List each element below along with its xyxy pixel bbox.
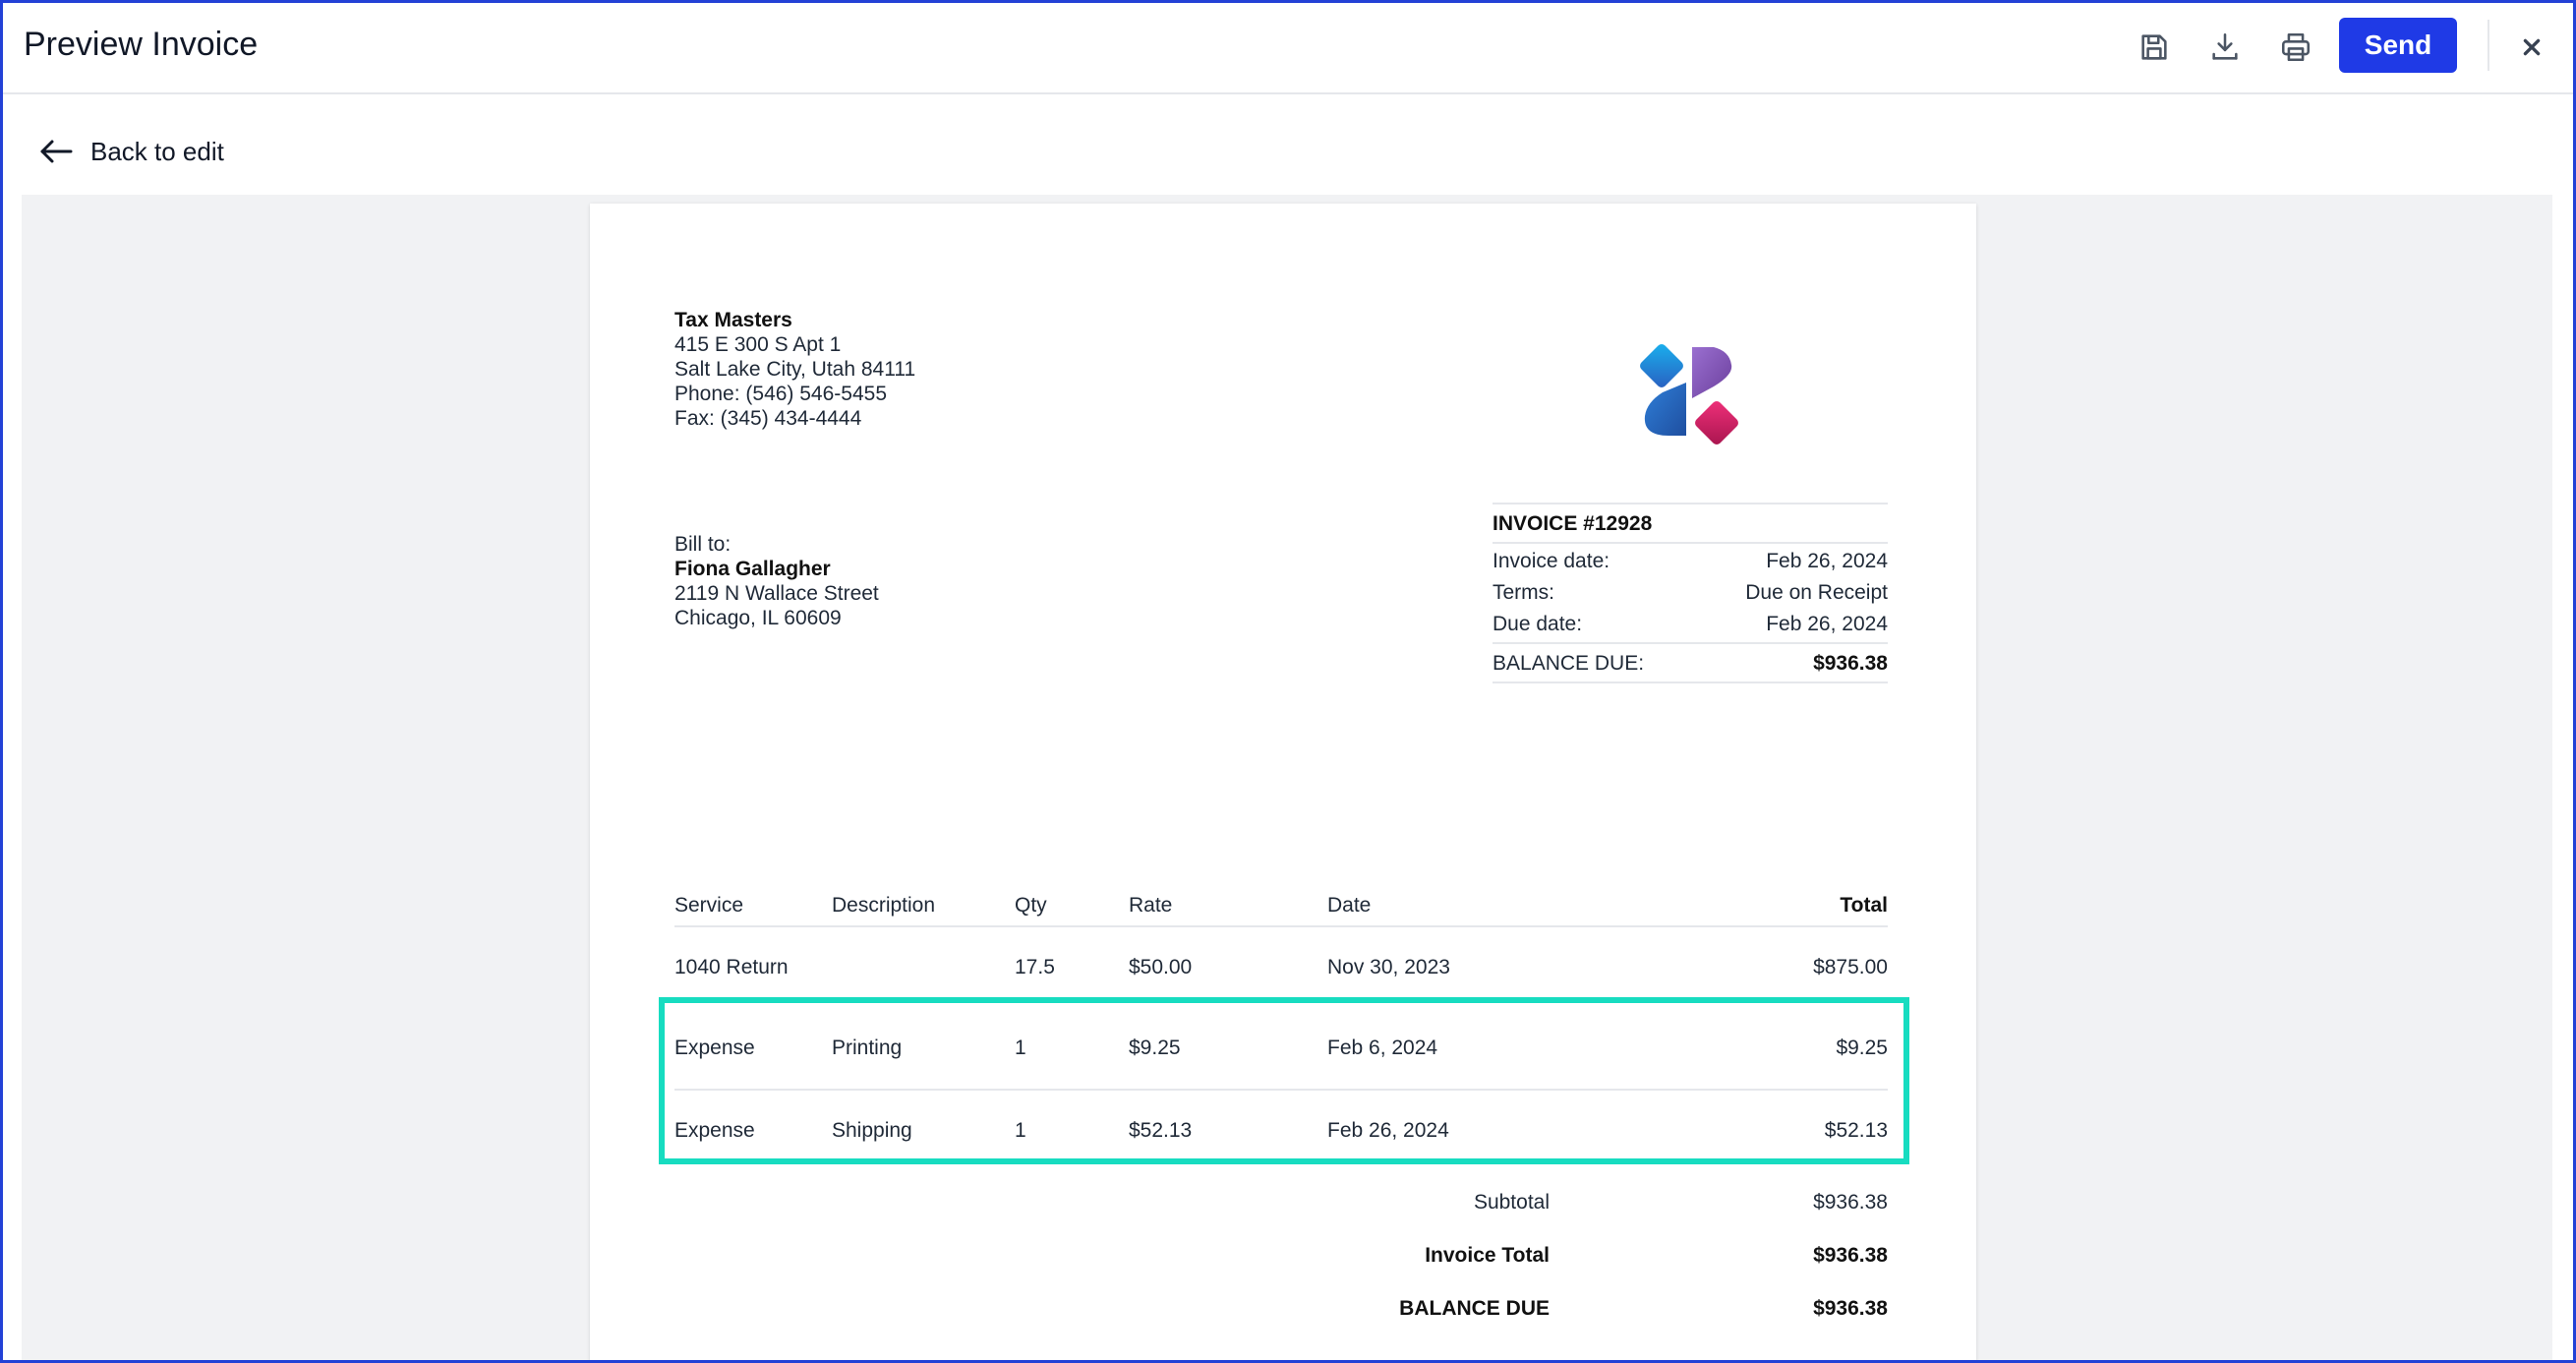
line-items-table: Service Description Qty Rate Date Total … <box>674 886 1888 1169</box>
page-title: Preview Invoice <box>24 26 259 63</box>
invoice-total-value: $936.38 <box>1813 1244 1888 1267</box>
balance-due-value: $936.38 <box>1813 652 1888 675</box>
cell-rate: $9.25 <box>1129 1037 1181 1059</box>
cell-total: $875.00 <box>1813 956 1888 978</box>
invoice-total-row: Invoice Total $936.38 <box>590 1236 1976 1275</box>
cell-description: Shipping <box>832 1119 912 1142</box>
cell-date: Nov 30, 2023 <box>1327 956 1450 978</box>
invoice-meta: INVOICE #12928 Invoice date: Feb 26, 202… <box>1493 503 1888 683</box>
download-icon[interactable] <box>2203 26 2247 69</box>
invoice-date-value: Feb 26, 2024 <box>1766 550 1888 572</box>
cell-date: Feb 26, 2024 <box>1327 1119 1449 1142</box>
invoice-paper: Tax Masters 415 E 300 S Apt 1 Salt Lake … <box>590 204 1976 1363</box>
cell-qty: 1 <box>1015 1119 1026 1142</box>
company-fax: Fax: (345) 434-4444 <box>674 407 862 430</box>
table-header: Service Description Qty Rate Date Total <box>674 886 1888 927</box>
invoice-meta-row: Invoice date: Feb 26, 2024 <box>1493 546 1888 577</box>
cell-total: $52.13 <box>1824 1119 1888 1142</box>
cell-service: Expense <box>674 1119 755 1142</box>
company-logo <box>1640 344 1738 444</box>
column-header-description: Description <box>832 894 936 917</box>
balance-due-total-value: $936.38 <box>1813 1297 1888 1320</box>
close-icon[interactable] <box>2510 26 2553 69</box>
balance-due-total-label: BALANCE DUE <box>1399 1297 1550 1320</box>
client-address-line2: Chicago, IL 60609 <box>674 607 842 629</box>
invoice-meta-row: Due date: Feb 26, 2024 <box>1493 609 1888 640</box>
cell-description: Printing <box>832 1037 903 1059</box>
due-date-label: Due date: <box>1493 613 1583 635</box>
invoice-number: INVOICE #12928 <box>1493 504 1888 544</box>
column-header-qty: Qty <box>1015 894 1047 917</box>
send-button[interactable]: Send <box>2339 18 2457 73</box>
back-to-edit-link[interactable]: Back to edit <box>39 130 224 173</box>
terms-label: Terms: <box>1493 581 1554 604</box>
cell-rate: $50.00 <box>1129 956 1193 978</box>
arrow-left-icon <box>40 140 73 163</box>
cell-rate: $52.13 <box>1129 1119 1193 1142</box>
client-address-line1: 2119 N Wallace Street <box>674 582 879 605</box>
company-name: Tax Masters <box>674 309 792 331</box>
back-to-edit-label: Back to edit <box>90 136 224 166</box>
invoice-total-label: Invoice Total <box>1425 1244 1550 1267</box>
balance-due-total-row: BALANCE DUE $936.38 <box>590 1289 1976 1329</box>
client-name: Fiona Gallagher <box>674 558 831 580</box>
table-row: Expense Shipping 1 $52.13 Feb 26, 2024 $… <box>674 1089 1888 1169</box>
subtotal-value: $936.38 <box>1813 1191 1888 1214</box>
company-address-line2: Salt Lake City, Utah 84111 <box>674 358 916 381</box>
print-icon[interactable] <box>2274 26 2317 69</box>
save-icon[interactable] <box>2133 26 2176 69</box>
table-row: 1040 Return 17.5 $50.00 Nov 30, 2023 $87… <box>674 927 1888 1008</box>
bill-to-label: Bill to: <box>674 533 732 556</box>
cell-total: $9.25 <box>1836 1037 1888 1059</box>
company-phone: Phone: (546) 546-5455 <box>674 383 887 405</box>
cell-qty: 1 <box>1015 1037 1026 1059</box>
modal-header: Preview Invoice Send <box>0 0 2576 94</box>
subtotal-row: Subtotal $936.38 <box>590 1183 1976 1222</box>
column-header-date: Date <box>1327 894 1372 917</box>
company-address-line1: 415 E 300 S Apt 1 <box>674 333 842 356</box>
invoice-date-label: Invoice date: <box>1493 550 1610 572</box>
invoice-meta-row: Terms: Due on Receipt <box>1493 577 1888 609</box>
balance-due-label: BALANCE DUE: <box>1493 652 1645 675</box>
column-header-total: Total <box>1840 894 1888 917</box>
bill-to-block: Bill to: Fiona Gallagher 2119 N Wallace … <box>674 532 879 630</box>
cell-date: Feb 6, 2024 <box>1327 1037 1438 1059</box>
balance-due-row: BALANCE DUE: $936.38 <box>1493 642 1888 683</box>
table-row: Expense Printing 1 $9.25 Feb 6, 2024 $9.… <box>674 1008 1888 1089</box>
header-divider <box>2488 20 2489 71</box>
column-header-service: Service <box>674 894 744 917</box>
cell-service: Expense <box>674 1037 755 1059</box>
column-header-rate: Rate <box>1129 894 1173 917</box>
cell-qty: 17.5 <box>1015 956 1055 978</box>
terms-value: Due on Receipt <box>1745 581 1888 604</box>
subtotal-label: Subtotal <box>1473 1191 1550 1214</box>
cell-service: 1040 Return <box>674 956 789 978</box>
company-info: Tax Masters 415 E 300 S Apt 1 Salt Lake … <box>674 308 915 431</box>
due-date-value: Feb 26, 2024 <box>1766 613 1888 635</box>
